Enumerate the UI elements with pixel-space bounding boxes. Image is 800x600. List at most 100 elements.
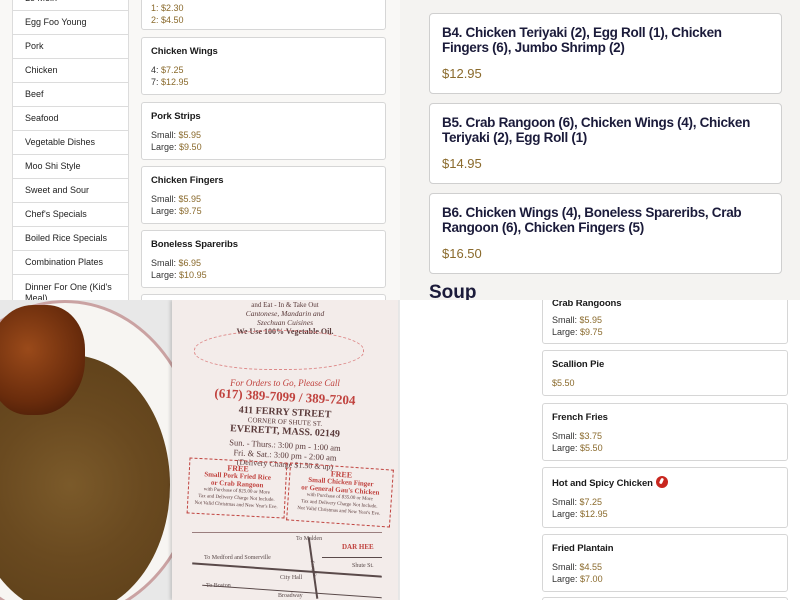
item-price: $9.75 bbox=[179, 206, 202, 216]
sidebar-item-vegetable-dishes[interactable]: Vegetable Dishes bbox=[13, 131, 128, 155]
flyer-map: To Malden DAR HEE To Medford and Somervi… bbox=[192, 532, 382, 600]
sidebar-item-moo-shi-style[interactable]: Moo Shi Style bbox=[13, 155, 128, 179]
combo-price: $16.50 bbox=[442, 246, 482, 261]
sidebar-item-chicken[interactable]: Chicken bbox=[13, 59, 128, 83]
coupon-left: FREE Small Pork Fried Rice or Crab Rango… bbox=[186, 457, 288, 519]
map-label: DAR HEE bbox=[342, 543, 374, 551]
size-label: Large: bbox=[552, 509, 578, 519]
map-label: Ferry St. bbox=[308, 560, 317, 579]
map-label: Shute St. bbox=[352, 563, 374, 569]
item-price: $7.25 bbox=[161, 65, 184, 75]
menu-panel-sides: Crab Rangoons Small: $5.95 Large: $9.75 … bbox=[400, 300, 800, 600]
size-label: Small: bbox=[151, 258, 177, 268]
menu-item-card[interactable]: Pork Strips Small: $5.95 Large: $9.50 bbox=[141, 102, 386, 160]
item-price: $7.00 bbox=[580, 574, 603, 584]
menu-panel-appetizers: Lo Mein Egg Foo Young Pork Chicken Beef … bbox=[0, 0, 400, 300]
item-price: $10.95 bbox=[179, 270, 207, 280]
item-price: $5.95 bbox=[579, 315, 603, 325]
menu-item-card[interactable]: Fried Plantain Small: $4.55 Large: $7.00 bbox=[542, 534, 788, 592]
sidebar-item-boiled-rice-specials[interactable]: Boiled Rice Specials bbox=[13, 227, 128, 251]
sidebar-item-egg-foo-young[interactable]: Egg Foo Young bbox=[13, 11, 128, 35]
size-label: Large: bbox=[552, 327, 578, 337]
item-price: $4.55 bbox=[579, 562, 603, 572]
menu-panel-combos: B4. Chicken Teriyaki (2), Egg Roll (1), … bbox=[400, 0, 800, 300]
combo-title: B5. Crab Rangoon (6), Chicken Wings (4),… bbox=[442, 115, 751, 145]
item-price: $9.75 bbox=[580, 327, 603, 337]
item-price: $5.95 bbox=[178, 130, 202, 140]
size-label: Large: bbox=[552, 574, 578, 584]
map-label: City Hall bbox=[280, 575, 303, 581]
dragon-ornament bbox=[194, 330, 364, 370]
menu-item-card[interactable]: Boneless Spareribs Small: $6.95 Large: $… bbox=[141, 230, 386, 288]
menu-item-card[interactable]: 1: $2.30 2: $4.50 bbox=[141, 0, 386, 30]
item-name: Hot and Spicy Chicken bbox=[552, 478, 653, 489]
menu-item-card[interactable]: Chicken Fingers Small: $5.95 Large: $9.7… bbox=[141, 166, 386, 224]
price-line: 1: $2.30 bbox=[151, 3, 184, 13]
size-label: 7: bbox=[151, 77, 159, 87]
combo-card[interactable]: B6. Chicken Wings (4), Boneless Sparerib… bbox=[429, 193, 782, 274]
price-line: 2: $4.50 bbox=[151, 15, 184, 25]
map-road bbox=[322, 557, 382, 558]
item-price: $9.50 bbox=[179, 142, 202, 152]
item-name: Crab Rangoons bbox=[552, 300, 622, 309]
combo-card[interactable]: B5. Crab Rangoon (6), Chicken Wings (4),… bbox=[429, 103, 782, 184]
sidebar-item-pork[interactable]: Pork bbox=[13, 35, 128, 59]
size-label: Small: bbox=[552, 431, 578, 441]
item-name: Chicken Fingers bbox=[151, 175, 224, 186]
menu-item-card[interactable]: Scallion Pie $5.50 bbox=[542, 350, 788, 396]
item-price: $5.95 bbox=[178, 194, 202, 204]
size-label: Large: bbox=[151, 142, 177, 152]
item-name: French Fries bbox=[552, 412, 608, 423]
sidebar-item-lo-mein[interactable]: Lo Mein bbox=[13, 0, 128, 11]
menu-item-card[interactable]: Crab Rangoons Small: $5.95 Large: $9.75 bbox=[542, 300, 788, 344]
item-price: $5.50 bbox=[552, 378, 575, 388]
map-label: To Medford and Somerville bbox=[204, 555, 271, 561]
sidebar-item-beef[interactable]: Beef bbox=[13, 83, 128, 107]
item-price: $3.75 bbox=[579, 431, 603, 441]
sidebar-item-seafood[interactable]: Seafood bbox=[13, 107, 128, 131]
item-name: Pork Strips bbox=[151, 111, 201, 122]
flyer-line: Cantonese, Mandarin and bbox=[245, 309, 325, 318]
sidebar-item-chefs-specials[interactable]: Chef's Specials bbox=[13, 203, 128, 227]
hot-spicy-icon bbox=[655, 476, 668, 488]
item-name: Scallion Pie bbox=[552, 359, 605, 370]
sidebar-item-sweet-and-sour[interactable]: Sweet and Sour bbox=[13, 179, 128, 203]
coupon-right: FREE Small Chicken Finger or General Gau… bbox=[286, 462, 394, 528]
size-label: Small: bbox=[151, 194, 177, 204]
section-heading-soup: Soup bbox=[429, 282, 477, 300]
item-price: $7.25 bbox=[579, 497, 603, 507]
sidebar-item-combination-plates[interactable]: Combination Plates bbox=[13, 251, 128, 275]
combo-card[interactable]: B4. Chicken Teriyaki (2), Egg Roll (1), … bbox=[429, 13, 782, 94]
combo-price: $12.95 bbox=[442, 66, 482, 81]
menu-item-card[interactable]: French Fries Small: $3.75 Large: $5.50 bbox=[542, 403, 788, 461]
size-label: Small: bbox=[552, 315, 578, 325]
size-label: Large: bbox=[552, 443, 578, 453]
menu-item-card[interactable]: Chicken Wings 4: $7.25 7: $12.95 bbox=[141, 37, 386, 95]
food-photo: and Eat - In & Take Out Cantonese, Manda… bbox=[0, 300, 400, 600]
item-name: Boneless Spareribs bbox=[151, 239, 238, 250]
takeout-menu-flyer: and Eat - In & Take Out Cantonese, Manda… bbox=[172, 300, 398, 600]
combo-title: B4. Chicken Teriyaki (2), Egg Roll (1), … bbox=[442, 25, 722, 55]
item-price: $12.95 bbox=[580, 509, 608, 519]
flyer-line: Szechuan Cuisines bbox=[256, 318, 314, 327]
flyer-line: and Eat - In & Take Out bbox=[251, 301, 319, 309]
sidebar-item-dinner-for-one[interactable]: Dinner For One (Kid's Meal) bbox=[13, 275, 128, 300]
size-label: 4: bbox=[151, 65, 159, 75]
item-name: Fried Plantain bbox=[552, 543, 614, 554]
category-sidebar: Lo Mein Egg Foo Young Pork Chicken Beef … bbox=[12, 0, 129, 300]
size-label: Small: bbox=[552, 562, 578, 572]
size-label: Large: bbox=[151, 270, 177, 280]
item-price: $12.95 bbox=[161, 77, 189, 87]
size-label: Small: bbox=[552, 497, 578, 507]
item-price: $6.95 bbox=[178, 258, 202, 268]
item-price: $5.50 bbox=[580, 443, 603, 453]
size-label: Small: bbox=[151, 130, 177, 140]
item-name: Chicken Wings bbox=[151, 46, 218, 57]
size-label: Large: bbox=[151, 206, 177, 216]
map-label: To Malden bbox=[296, 536, 323, 542]
map-label: Broadway bbox=[278, 593, 303, 599]
menu-item-card[interactable]: Hot and Spicy Chicken Small: $7.25 Large… bbox=[542, 467, 788, 528]
map-label: To Boston bbox=[206, 583, 231, 589]
combo-price: $14.95 bbox=[442, 156, 482, 171]
combo-title: B6. Chicken Wings (4), Boneless Sparerib… bbox=[442, 205, 742, 235]
